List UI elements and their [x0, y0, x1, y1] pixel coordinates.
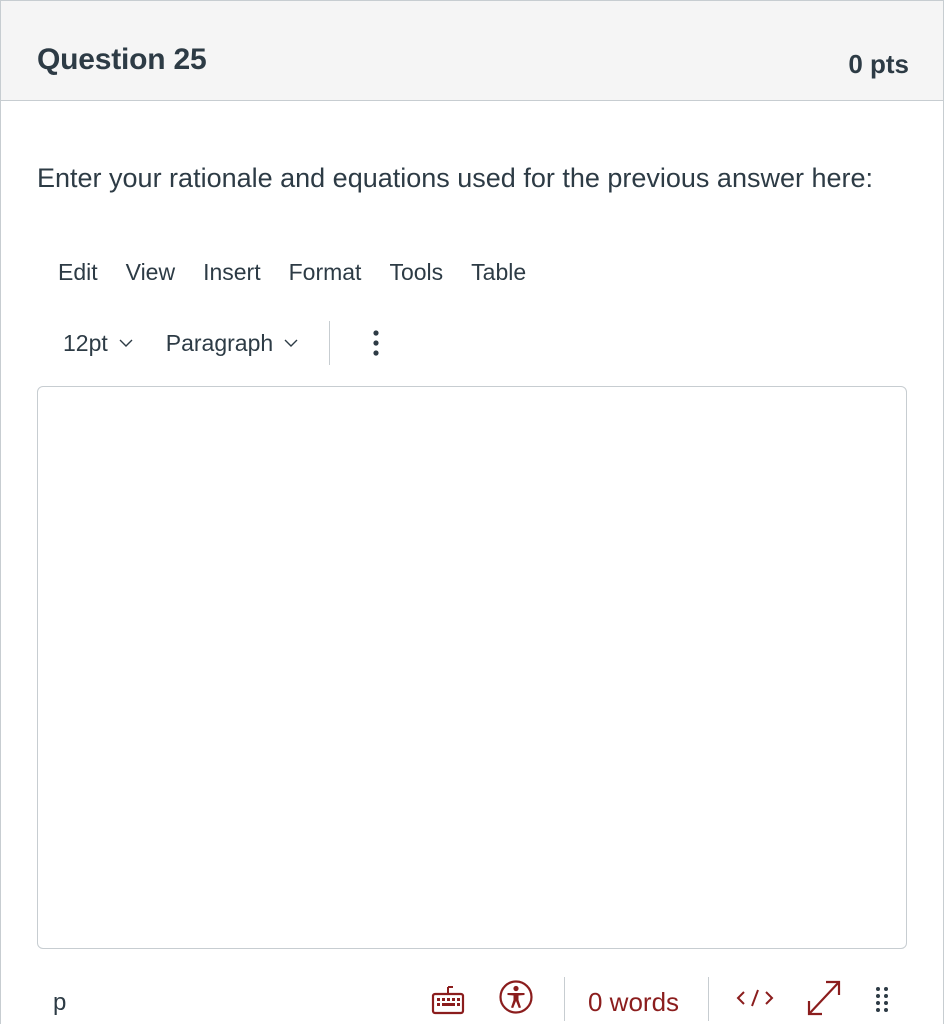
- statusbar-divider: [564, 977, 565, 1021]
- keyboard-icon[interactable]: [431, 985, 465, 1015]
- chevron-down-icon: [119, 339, 133, 347]
- word-count[interactable]: 0 words: [588, 987, 679, 1018]
- question-title: Question 25: [37, 43, 207, 76]
- chevron-down-icon: [284, 339, 298, 347]
- question-points: 0 pts: [848, 49, 909, 79]
- menu-tools[interactable]: Tools: [389, 259, 443, 286]
- font-size-select[interactable]: 12pt: [63, 330, 134, 357]
- toolbar-divider: [329, 321, 331, 365]
- html-code-icon[interactable]: [735, 987, 775, 1009]
- question-prompt: Enter your rationale and equations used …: [37, 163, 874, 193]
- rich-text-editor-area[interactable]: [37, 386, 907, 949]
- editor-statusbar: p 0 words: [1, 971, 944, 1025]
- block-format-value: Paragraph: [165, 329, 274, 356]
- font-size-value: 12pt: [63, 329, 108, 356]
- question-card: Question 25 0 pts Enter your rationale a…: [0, 0, 944, 1024]
- editor-menubar: Edit View Insert Format Tools Table: [58, 259, 554, 286]
- more-options-button[interactable]: [366, 323, 386, 363]
- menu-table[interactable]: Table: [471, 259, 526, 286]
- question-header: Question 25 0 pts: [1, 1, 943, 101]
- element-path[interactable]: p: [53, 989, 66, 1017]
- accessibility-icon[interactable]: [498, 979, 534, 1015]
- statusbar-divider: [708, 977, 709, 1021]
- menu-edit[interactable]: Edit: [58, 259, 98, 286]
- vertical-ellipsis-icon: [373, 330, 379, 356]
- resize-handle-icon[interactable]: [873, 985, 891, 1015]
- menu-format[interactable]: Format: [289, 259, 362, 286]
- block-format-select[interactable]: Paragraph: [166, 330, 299, 357]
- menu-insert[interactable]: Insert: [203, 259, 261, 286]
- fullscreen-icon[interactable]: [804, 977, 844, 1019]
- menu-view[interactable]: View: [126, 259, 175, 286]
- editor-toolbar: 12pt Paragraph: [63, 321, 386, 365]
